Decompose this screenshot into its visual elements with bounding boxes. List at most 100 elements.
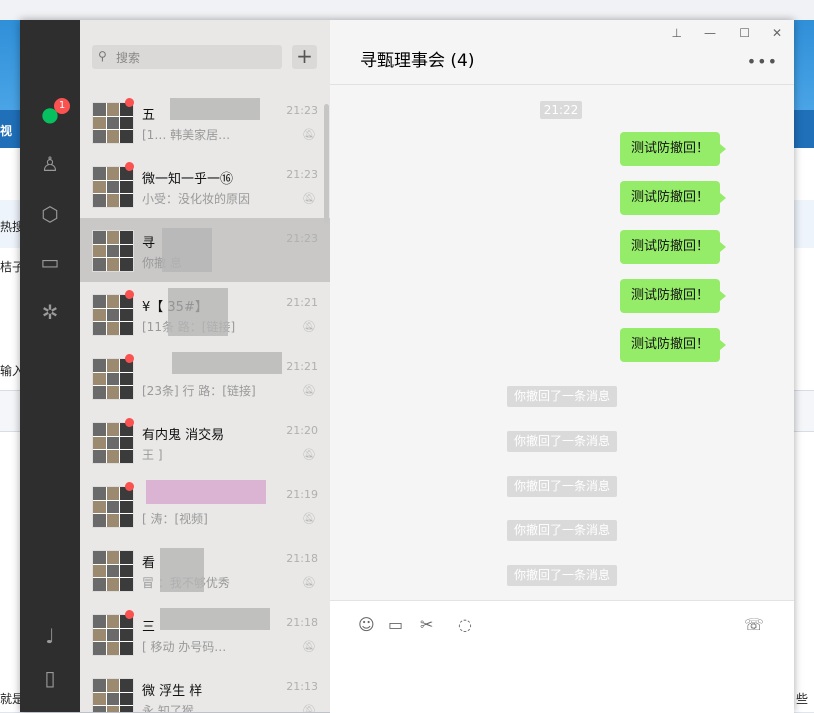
mute-icon: 🔕︎ xyxy=(302,192,316,205)
mute-icon: 🔕︎ xyxy=(302,576,316,589)
contacts-icon[interactable]: ♙ xyxy=(38,152,62,176)
conversation-preview: 王 ] xyxy=(142,448,163,462)
conversation-name: 微 浮生 样 xyxy=(142,684,203,699)
minimize-icon[interactable]: — xyxy=(704,26,716,40)
conversation-time: 21:21 xyxy=(286,360,318,373)
conversation-item[interactable]: 有内鬼 消交易 王 ] 21:20 🔕︎ xyxy=(80,410,330,474)
blur-mask xyxy=(162,228,212,272)
mute-icon: 🔕︎ xyxy=(302,128,316,141)
nav-sidebar: ● 1 ♙ ⬡ ▭ ✲ ♩ ▯ xyxy=(20,20,80,712)
emoji-icon[interactable]: ☺ xyxy=(358,615,375,634)
conversation-name: 微一知一乎一⑯ xyxy=(142,172,234,187)
moments-icon[interactable]: ✲ xyxy=(38,300,62,324)
conversation-list: ⚲ 搜索 + 五 [1… 韩美家居… 21:23 🔕︎ 微一知一乎一⑯ 小受：没… xyxy=(80,20,330,712)
more-icon[interactable]: ••• xyxy=(747,52,778,71)
folder-icon[interactable]: ▭ xyxy=(38,250,62,274)
file-icon[interactable]: ▭ xyxy=(388,615,403,634)
conversation-item[interactable]: [23条] 行 路：[链接] 21:21 🔕︎ xyxy=(80,346,330,410)
conversation-item[interactable]: ¥【 35#】 [11条 路：[链接] 21:21 🔕︎ xyxy=(80,282,330,346)
list-scrollbar[interactable] xyxy=(324,104,329,224)
video-call-icon[interactable]: ☏ xyxy=(744,615,764,634)
maximize-icon[interactable]: ☐ xyxy=(739,26,750,40)
search-placeholder: 搜索 xyxy=(116,51,141,65)
message-bubble[interactable]: 测试防撤回！ xyxy=(620,181,726,215)
message-bubble[interactable]: 测试防撤回！ xyxy=(620,230,726,264)
conversation-time: 21:18 xyxy=(286,616,318,629)
recall-notice: 你撤回了一条消息 xyxy=(507,476,617,497)
avatar xyxy=(92,358,134,400)
recall-notice: 你撤回了一条消息 xyxy=(507,386,617,407)
conversation-preview: 永 知了猴 … xyxy=(142,704,210,712)
conversation-item[interactable]: [ 涛：[视频] 21:19 🔕︎ xyxy=(80,474,330,538)
time-separator: 21:22 xyxy=(540,101,582,119)
conversation-item[interactable]: 微一知一乎一⑯ 小受：没化妆的原因 21:23 🔕︎ xyxy=(80,154,330,218)
chat-panel: ⊥ — ☐ ✕ 寻甄理事会 (4) ••• 21:22 测试防撤回！ 测试防撤回… xyxy=(330,20,794,713)
blur-mask xyxy=(170,98,260,120)
mute-icon: 🔕︎ xyxy=(302,320,316,333)
mute-icon: 🔕︎ xyxy=(302,512,316,525)
conversation-preview: [ 涛：[视频] xyxy=(142,512,208,526)
conversation-time: 21:23 xyxy=(286,104,318,117)
avatar xyxy=(92,230,134,272)
mute-icon: 🔕︎ xyxy=(302,640,316,653)
unread-dot xyxy=(125,354,134,363)
recall-notice: 你撤回了一条消息 xyxy=(507,565,617,586)
close-icon[interactable]: ✕ xyxy=(772,26,782,40)
avatar xyxy=(92,614,134,656)
avatar xyxy=(92,294,134,336)
unread-badge: 1 xyxy=(54,98,70,114)
header-divider xyxy=(330,84,794,85)
mute-icon: 🔕︎ xyxy=(302,448,316,461)
unread-dot xyxy=(125,290,134,299)
blur-mask xyxy=(160,608,270,630)
conversation-time: 21:19 xyxy=(286,488,318,501)
bg-text-6: 些 xyxy=(796,692,809,706)
message-composer[interactable]: ☺ ▭ ✂ ◌ ☏ xyxy=(330,600,794,713)
chat-title: 寻甄理事会 (4) xyxy=(360,51,475,71)
pin-icon[interactable]: ⊥ xyxy=(672,26,682,40)
blur-mask xyxy=(146,480,266,504)
conversation-time: 21:21 xyxy=(286,296,318,309)
favorites-icon[interactable]: ⬡ xyxy=(38,202,62,226)
conversation-item[interactable]: 三 [ 移动 办号码… 21:18 🔕︎ xyxy=(80,602,330,666)
search-input[interactable]: ⚲ 搜索 xyxy=(92,45,282,69)
search-icon: ⚲ xyxy=(98,49,107,63)
conversation-time: 21:18 xyxy=(286,552,318,565)
conversation-time: 21:20 xyxy=(286,424,318,437)
unread-dot xyxy=(125,98,134,107)
avatar xyxy=(92,422,134,464)
conversation-time: 21:13 xyxy=(286,680,318,693)
mute-icon: 🔕︎ xyxy=(302,704,316,712)
avatar xyxy=(92,486,134,528)
avatar xyxy=(92,678,134,712)
avatar xyxy=(92,550,134,592)
conversation-preview: [23条] 行 路：[链接] xyxy=(142,384,256,398)
conversation-item[interactable]: 五 [1… 韩美家居… 21:23 🔕︎ xyxy=(80,90,330,154)
mute-icon: 🔕︎ xyxy=(302,384,316,397)
conversation-preview: [1… 韩美家居… xyxy=(142,128,231,142)
blur-mask xyxy=(172,352,282,374)
wechat-window: ● 1 ♙ ⬡ ▭ ✲ ♩ ▯ ⚲ 搜索 + 五 [1… 韩美家居… 21:23… xyxy=(20,20,794,713)
add-icon[interactable]: + xyxy=(292,45,317,69)
message-bubble[interactable]: 测试防撤回！ xyxy=(620,328,726,362)
conversation-item[interactable]: 微 浮生 样 永 知了猴 … 21:13 🔕︎ xyxy=(80,666,330,712)
chat-history-icon[interactable]: ◌ xyxy=(458,615,472,634)
desktop-topbar xyxy=(0,0,814,20)
mini-program-icon[interactable]: ♩ xyxy=(38,624,62,648)
unread-dot xyxy=(125,610,134,619)
avatar xyxy=(92,102,134,144)
unread-dot xyxy=(125,418,134,427)
conversation-item[interactable]: 看 冒 ：我不够优秀 21:18 🔕︎ xyxy=(80,538,330,602)
message-bubble[interactable]: 测试防撤回！ xyxy=(620,132,726,166)
conversation-preview: 小受：没化妆的原因 xyxy=(142,192,251,206)
blur-mask xyxy=(160,548,204,592)
avatar xyxy=(92,166,134,208)
scissors-icon[interactable]: ✂ xyxy=(420,615,433,634)
recall-notice: 你撤回了一条消息 xyxy=(507,520,617,541)
phone-icon[interactable]: ▯ xyxy=(38,666,62,690)
conversation-time: 21:23 xyxy=(286,168,318,181)
recall-notice: 你撤回了一条消息 xyxy=(507,431,617,452)
conversation-item-active[interactable]: 寻 你撤 息 21:23 xyxy=(80,218,330,282)
conversation-time: 21:23 xyxy=(286,232,318,245)
message-bubble[interactable]: 测试防撤回！ xyxy=(620,279,726,313)
